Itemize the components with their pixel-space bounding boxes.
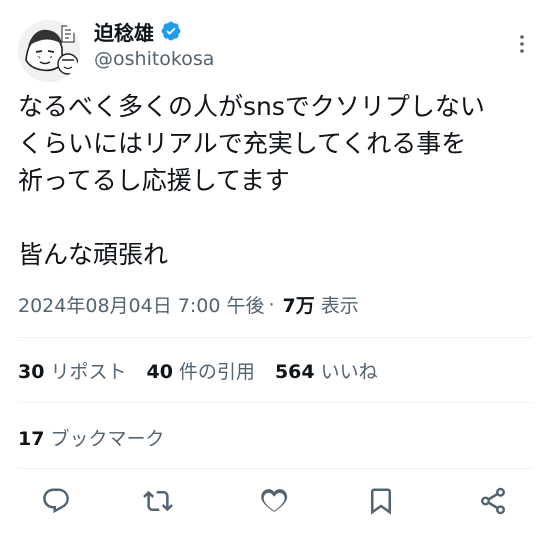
views-count: 7万 [282, 295, 315, 317]
verified-badge-icon [160, 20, 182, 42]
divider [18, 337, 532, 338]
likes-label: いいね [320, 361, 378, 383]
retweet-icon[interactable] [143, 486, 173, 516]
action-bar [0, 478, 550, 522]
tweet-meta: 2024年08月04日 7:00 午後 · 7万 表示 [18, 291, 359, 318]
quotes-count: 40 [146, 361, 173, 383]
name-row: 迫稔雄 [94, 16, 214, 46]
avatar-illustration [18, 20, 80, 82]
share-icon[interactable] [478, 486, 508, 516]
likes-stat[interactable]: 564 いいね [275, 357, 378, 384]
heart-icon[interactable] [259, 486, 289, 516]
retweets-count: 30 [18, 361, 45, 383]
quotes-label: 件の引用 [178, 361, 255, 383]
bookmarks-count: 17 [18, 428, 45, 450]
tweet-text: なるべく多くの人がsnsでクソリプしない くらいにはリアルで充実してくれる事を … [18, 92, 485, 269]
divider [18, 468, 532, 469]
avatar[interactable] [18, 20, 80, 82]
bookmarks-stat[interactable]: 17 ブックマーク [18, 424, 164, 451]
bookmark-icon[interactable] [366, 486, 396, 516]
author-name[interactable]: 迫稔雄 [94, 17, 154, 46]
divider [18, 402, 532, 403]
author-handle[interactable]: @oshitokosa [94, 48, 214, 70]
retweets-label: リポスト [50, 361, 127, 383]
bookmarks-label: ブックマーク [50, 428, 165, 450]
views-label: 表示 [320, 295, 359, 317]
quotes-stat[interactable]: 40 件の引用 [146, 357, 254, 384]
retweets-stat[interactable]: 30 リポスト [18, 357, 126, 384]
meta-separator: · [268, 293, 275, 316]
likes-count: 564 [274, 361, 315, 383]
tweet-timestamp[interactable]: 2024年08月04日 7:00 午後 [18, 291, 264, 318]
more-icon[interactable] [510, 32, 534, 56]
engagement-stats: 30 リポスト 40 件の引用 564 いいね [18, 357, 378, 384]
author-block: 迫稔雄 @oshitokosa [94, 16, 214, 71]
reply-icon[interactable] [41, 486, 71, 516]
